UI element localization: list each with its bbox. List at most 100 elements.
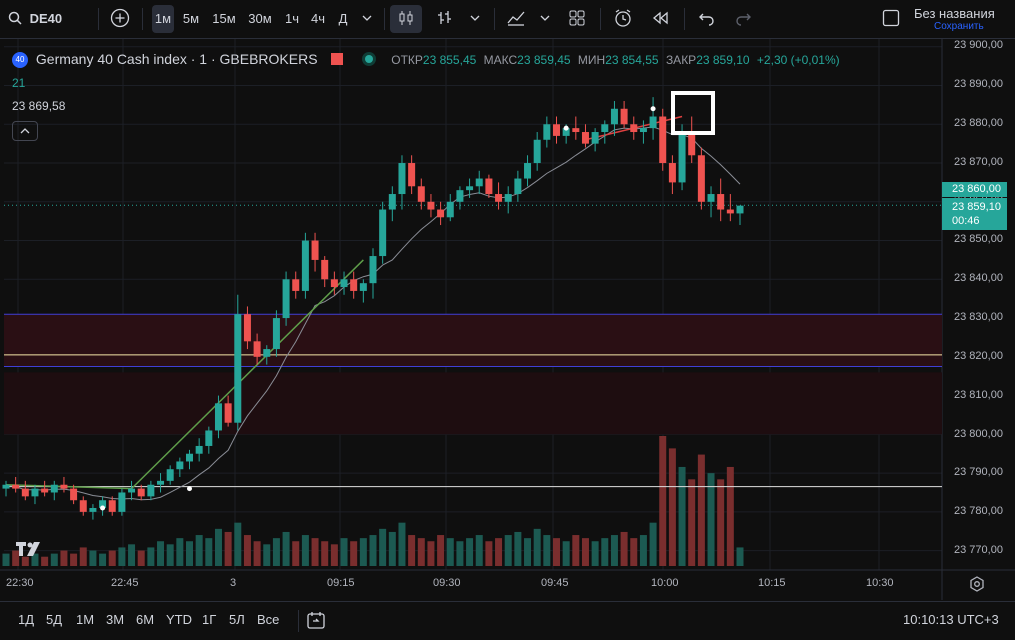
alarm-clock-icon bbox=[615, 9, 631, 27]
volume-bar bbox=[485, 541, 493, 566]
candle-body bbox=[282, 279, 290, 319]
range-5[interactable]: 6М bbox=[136, 612, 154, 627]
candle-body bbox=[408, 163, 416, 187]
candle-body bbox=[610, 108, 618, 125]
volume-bar bbox=[524, 538, 532, 566]
interval-1[interactable]: 1м bbox=[152, 5, 174, 33]
volume-bar bbox=[717, 479, 725, 566]
range-6[interactable]: YTD bbox=[166, 612, 192, 627]
time-tick-label: 10:15 bbox=[758, 577, 786, 589]
range-9[interactable]: Все bbox=[257, 612, 279, 627]
interval-dropdown-button[interactable] bbox=[358, 5, 376, 33]
candle-body bbox=[437, 209, 445, 218]
instrument-title[interactable]: Germany 40 Cash index · 1 · GBEBROKERS bbox=[36, 51, 318, 67]
indicators-button[interactable] bbox=[502, 5, 530, 33]
candle-body bbox=[591, 132, 599, 144]
layout-name-button[interactable]: Без названия Сохранить bbox=[914, 6, 1004, 33]
chevron-up-icon bbox=[20, 128, 30, 134]
volume-bar bbox=[514, 531, 522, 566]
chevron-down-icon bbox=[470, 15, 480, 21]
volume-bar bbox=[205, 538, 213, 566]
candle-body bbox=[736, 205, 744, 214]
volume-bar bbox=[99, 553, 107, 566]
volume-bar bbox=[272, 538, 280, 566]
interval-3[interactable]: 15м bbox=[208, 5, 240, 33]
volume-bar bbox=[340, 538, 348, 566]
price-tick-label: 23 880,00 bbox=[954, 116, 1003, 129]
volume-bar bbox=[475, 535, 483, 566]
symbol-search-button[interactable]: DE40 bbox=[8, 5, 72, 33]
indicators-dropdown-button[interactable] bbox=[536, 5, 554, 33]
volume-bar bbox=[137, 550, 145, 566]
volume-bar bbox=[437, 535, 445, 566]
volume-bar bbox=[147, 547, 155, 566]
chart-settings-button[interactable] bbox=[968, 575, 988, 595]
flag-icon[interactable] bbox=[331, 53, 344, 65]
volume-bar bbox=[234, 522, 242, 566]
candles-icon bbox=[399, 11, 413, 25]
candle-body bbox=[166, 469, 174, 481]
chart-type-dropdown-button[interactable] bbox=[466, 5, 484, 33]
volume-bar bbox=[128, 544, 136, 566]
range-7[interactable]: 1Г bbox=[202, 612, 216, 627]
interval-6[interactable]: 4ч bbox=[306, 5, 330, 33]
search-icon bbox=[8, 11, 22, 25]
redo-button[interactable] bbox=[730, 5, 756, 33]
candle-body bbox=[330, 279, 338, 288]
candle-body bbox=[639, 128, 647, 133]
candle-body bbox=[485, 178, 493, 195]
current-price-tag: 23 859,10 00:46 bbox=[942, 198, 1007, 230]
layout-checkbox[interactable] bbox=[880, 5, 902, 33]
current-price-value: 23 859,10 bbox=[952, 201, 1001, 213]
volume-bar bbox=[581, 538, 589, 566]
time-tick-label: 09:45 bbox=[541, 577, 569, 589]
range-4[interactable]: 3М bbox=[106, 612, 124, 627]
range-2[interactable]: 5Д bbox=[46, 612, 62, 627]
top-toolbar: DE40 1м 5м 15м 30м 1ч 4ч Д Без названия … bbox=[0, 0, 1015, 39]
range-1[interactable]: 1Д bbox=[18, 612, 34, 627]
candle-body bbox=[572, 128, 580, 133]
candle-body bbox=[21, 488, 29, 497]
bar-chart-icon bbox=[438, 11, 451, 24]
collapse-legend-button[interactable] bbox=[12, 121, 38, 141]
candle-body bbox=[678, 132, 686, 183]
candle-body bbox=[79, 500, 87, 512]
undo-button[interactable] bbox=[694, 5, 720, 33]
volume-bar bbox=[726, 466, 734, 566]
candle-body bbox=[717, 194, 725, 210]
volume-bar bbox=[446, 538, 454, 566]
candle-body bbox=[340, 279, 348, 288]
layout-grid-button[interactable] bbox=[564, 5, 590, 33]
compare-add-button[interactable] bbox=[108, 5, 132, 33]
price-chart[interactable] bbox=[0, 39, 1015, 600]
volume-bar bbox=[495, 538, 503, 566]
candle-body bbox=[369, 256, 377, 284]
candles-chart-type-button[interactable] bbox=[390, 5, 422, 33]
candle-body bbox=[649, 116, 657, 129]
bars-chart-type-button[interactable] bbox=[432, 5, 456, 33]
marker-dot bbox=[187, 486, 192, 492]
interval-7[interactable]: Д bbox=[334, 5, 352, 33]
volume-bar bbox=[243, 535, 251, 566]
replay-button[interactable] bbox=[648, 5, 674, 33]
price-tick-label: 23 780,00 bbox=[954, 505, 1003, 518]
date-range-button[interactable] bbox=[306, 610, 326, 633]
volume-bar bbox=[659, 436, 667, 566]
exchange-badge: 40 bbox=[12, 52, 28, 68]
interval-4[interactable]: 30м bbox=[244, 5, 276, 33]
range-3[interactable]: 1М bbox=[76, 612, 94, 627]
layout-save-status: Сохранить bbox=[934, 21, 984, 32]
alert-button[interactable] bbox=[610, 5, 636, 33]
interval-2[interactable]: 5м bbox=[178, 5, 204, 33]
time-tick-label: 09:15 bbox=[327, 577, 355, 589]
candle-body bbox=[388, 194, 396, 210]
interval-5[interactable]: 1ч bbox=[280, 5, 304, 33]
candle-body bbox=[243, 314, 251, 342]
volume-bar bbox=[60, 550, 68, 566]
volume-bar bbox=[591, 541, 599, 566]
range-8[interactable]: 5Л bbox=[229, 612, 245, 627]
candle-body bbox=[466, 186, 474, 191]
volume-bar bbox=[70, 553, 78, 566]
clock-timezone[interactable]: 10:10:13 UTC+3 bbox=[903, 612, 999, 627]
candle-body bbox=[581, 132, 589, 144]
